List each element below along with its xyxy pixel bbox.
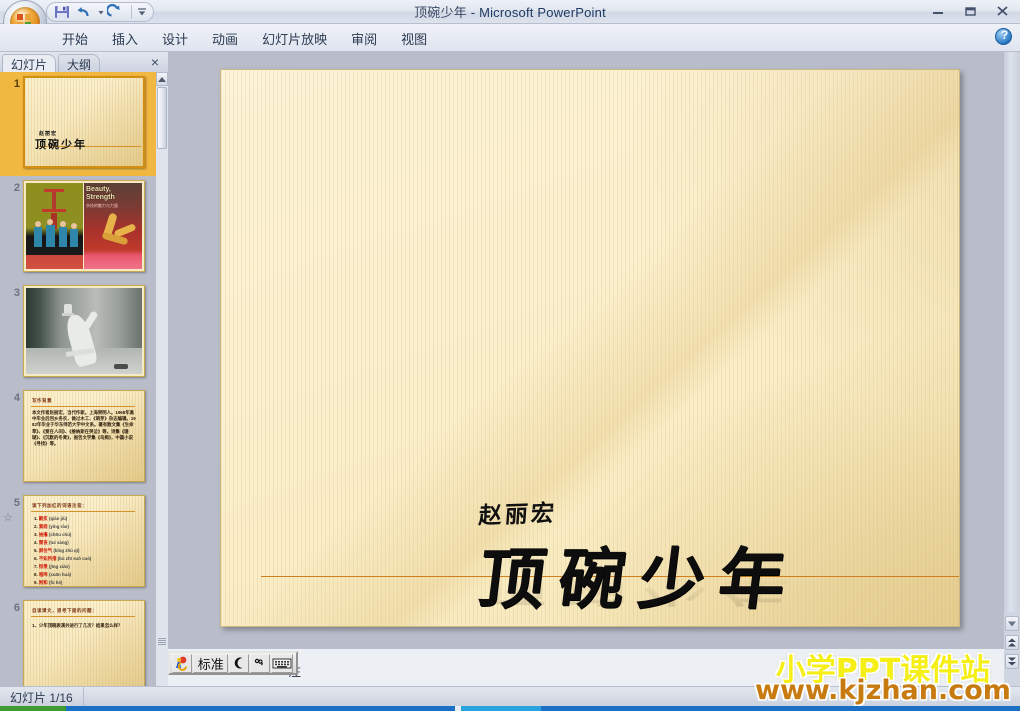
- window-controls: [928, 2, 1014, 20]
- thumbnail-image: [23, 285, 145, 377]
- current-slide[interactable]: 顶碗少年 赵丽宏 顶碗少年: [220, 69, 960, 627]
- ime-punctuation-icon[interactable]: [250, 653, 270, 673]
- ime-mode-button[interactable]: 标准: [193, 653, 229, 673]
- thumbnail-slide-6[interactable]: 6 自读课文，思考下面的问题： 1、少年顶碗表演共进行了几次？结果怎么样？: [0, 596, 156, 686]
- thumbnail-slide-1[interactable]: 1 赵丽宏 顶碗少年: [0, 72, 156, 176]
- powerpoint-window: 顶碗少年 - Microsoft PowerPoint 开始 插入 设计 动画 …: [0, 0, 1020, 711]
- thumbnail-slide-3[interactable]: 3: [0, 281, 156, 385]
- redo-icon[interactable]: [105, 3, 127, 21]
- taskbar: [0, 706, 1020, 711]
- tab-insert[interactable]: 插入: [100, 26, 150, 51]
- tab-view[interactable]: 视图: [389, 26, 439, 51]
- thumb-body: 1、少年顶碗表演共进行了几次？结果怎么样？: [32, 623, 123, 628]
- tab-slideshow[interactable]: 幻灯片放映: [250, 26, 339, 51]
- thumb-photo: [26, 288, 142, 374]
- qat-separator: [131, 5, 132, 19]
- thumb-caption-main: Beauty, Strength: [86, 186, 115, 201]
- status-slide-counter[interactable]: 幻灯片 1/16: [0, 687, 84, 706]
- tab-animations[interactable]: 动画: [200, 26, 250, 51]
- slide-number: 1: [13, 78, 20, 90]
- slide-number: 5: [13, 497, 20, 509]
- thumbnail-list[interactable]: 1 赵丽宏 顶碗少年 2 Beauty, Strength 杂技的魅力与力量 3…: [0, 72, 156, 686]
- ribbon-tab-bar: 开始 插入 设计 动画 幻灯片放映 审阅 视图 ?: [0, 24, 1020, 52]
- tab-slides[interactable]: 幻灯片: [2, 54, 57, 72]
- slide-editing-area[interactable]: 顶碗少年 赵丽宏 顶碗少年: [168, 52, 1004, 648]
- ime-toolbar[interactable]: 标准: [168, 651, 298, 675]
- scroll-down-arrow-icon[interactable]: [1005, 616, 1019, 631]
- thumbnail-image: 自读课文，思考下面的问题： 1、少年顶碗表演共进行了几次？结果怎么样？: [23, 600, 145, 686]
- thumb-title: 顶碗少年: [35, 138, 87, 151]
- scrollbar-thumb[interactable]: [157, 87, 167, 149]
- help-icon: ?: [1000, 28, 1009, 42]
- slide-title[interactable]: 顶碗少年: [474, 540, 804, 618]
- window-title-document: 顶碗少年: [414, 5, 467, 20]
- thumbnail-slide-5[interactable]: 5 ☆ 读下列加红的词语注音： 1. 歉疚 (qiàn jiù) 2. 萦绕 (…: [0, 491, 156, 595]
- thumbnail-image: 赵丽宏 顶碗少年: [23, 76, 145, 168]
- thumbnail-slide-2[interactable]: 2 Beauty, Strength 杂技的魅力与力量: [0, 176, 156, 280]
- thumb-caption-sub: 杂技的魅力与力量: [86, 203, 118, 208]
- previous-slide-button[interactable]: [1005, 635, 1019, 650]
- slides-pane-tabs: 幻灯片 大纲 ×: [0, 52, 168, 72]
- taskbar-item-b[interactable]: [461, 706, 541, 711]
- thumb-heading: 自读课文，思考下面的问题：: [32, 608, 97, 613]
- tab-outline[interactable]: 大纲: [58, 54, 101, 72]
- undo-dropdown-icon[interactable]: [97, 4, 105, 21]
- help-button[interactable]: ?: [995, 28, 1012, 45]
- tab-design[interactable]: 设计: [150, 26, 200, 51]
- customize-qat-icon[interactable]: [136, 4, 148, 21]
- close-button[interactable]: [992, 2, 1014, 20]
- close-pane-icon[interactable]: ×: [147, 54, 163, 70]
- thumbnail-slide-4[interactable]: 4 写作背景 本文作者赵丽宏，当代作家。上海崇明人。1968年高中毕业后回乡务农…: [0, 386, 156, 490]
- status-bar: 幻灯片 1/16: [0, 686, 1020, 706]
- slide-author[interactable]: 赵丽宏: [478, 494, 559, 531]
- slides-pane: 幻灯片 大纲 × 1 赵丽宏 顶碗少年 2 Beauty, Strength 杂…: [0, 52, 168, 686]
- quick-access-toolbar: [46, 2, 154, 22]
- thumb-heading: 写作背景: [32, 398, 52, 403]
- tab-home[interactable]: 开始: [50, 26, 100, 51]
- thumb-body: 本文作者赵丽宏，当代作家。上海崇明人。1968年高中毕业后回乡务农，做过木工、《…: [32, 410, 136, 447]
- taskbar-start-button[interactable]: [0, 706, 66, 711]
- thumb-photo-left: [26, 183, 83, 269]
- slide-number: 4: [13, 392, 20, 404]
- work-area: 幻灯片 大纲 × 1 赵丽宏 顶碗少年 2 Beauty, Strength 杂…: [0, 52, 1020, 692]
- tab-review[interactable]: 审阅: [339, 26, 389, 51]
- thumb-photo-right: Beauty, Strength 杂技的魅力与力量: [84, 183, 142, 269]
- restore-button[interactable]: [960, 2, 982, 20]
- slide-number: 3: [13, 287, 20, 299]
- slide-number: 6: [13, 602, 20, 614]
- slide-scrollbar-track[interactable]: [1004, 52, 1020, 612]
- window-title-app: Microsoft PowerPoint: [479, 5, 606, 20]
- save-icon[interactable]: [53, 4, 73, 21]
- thumb-heading: 读下列加红的词语注音：: [32, 503, 87, 508]
- next-slide-button[interactable]: [1005, 654, 1019, 669]
- thumbnail-image: 读下列加红的词语注音： 1. 歉疚 (qiàn jiù) 2. 萦绕 (yíng…: [23, 495, 145, 587]
- scrollbar-grip-icon: [158, 638, 166, 645]
- slide-scrollbar[interactable]: [1004, 52, 1020, 686]
- animation-star-icon: ☆: [3, 512, 13, 524]
- thumbnail-image: Beauty, Strength 杂技的魅力与力量: [23, 180, 145, 272]
- minimize-button[interactable]: [928, 2, 950, 20]
- ime-logo-icon[interactable]: [172, 653, 192, 673]
- undo-icon[interactable]: [75, 4, 95, 21]
- ribbon-tabs: 开始 插入 设计 动画 幻灯片放映 审阅 视图: [50, 24, 439, 52]
- thumbnail-image: 写作背景 本文作者赵丽宏，当代作家。上海崇明人。1968年高中毕业后回乡务农，做…: [23, 390, 145, 482]
- window-title-separator: -: [466, 5, 480, 20]
- slide-number: 2: [13, 182, 20, 194]
- scroll-up-arrow-icon[interactable]: [156, 72, 168, 86]
- ime-moon-icon[interactable]: [229, 653, 250, 673]
- thumb-background: [25, 78, 143, 166]
- slides-pane-scrollbar[interactable]: [156, 72, 168, 686]
- ime-keyboard-icon[interactable]: [270, 653, 293, 673]
